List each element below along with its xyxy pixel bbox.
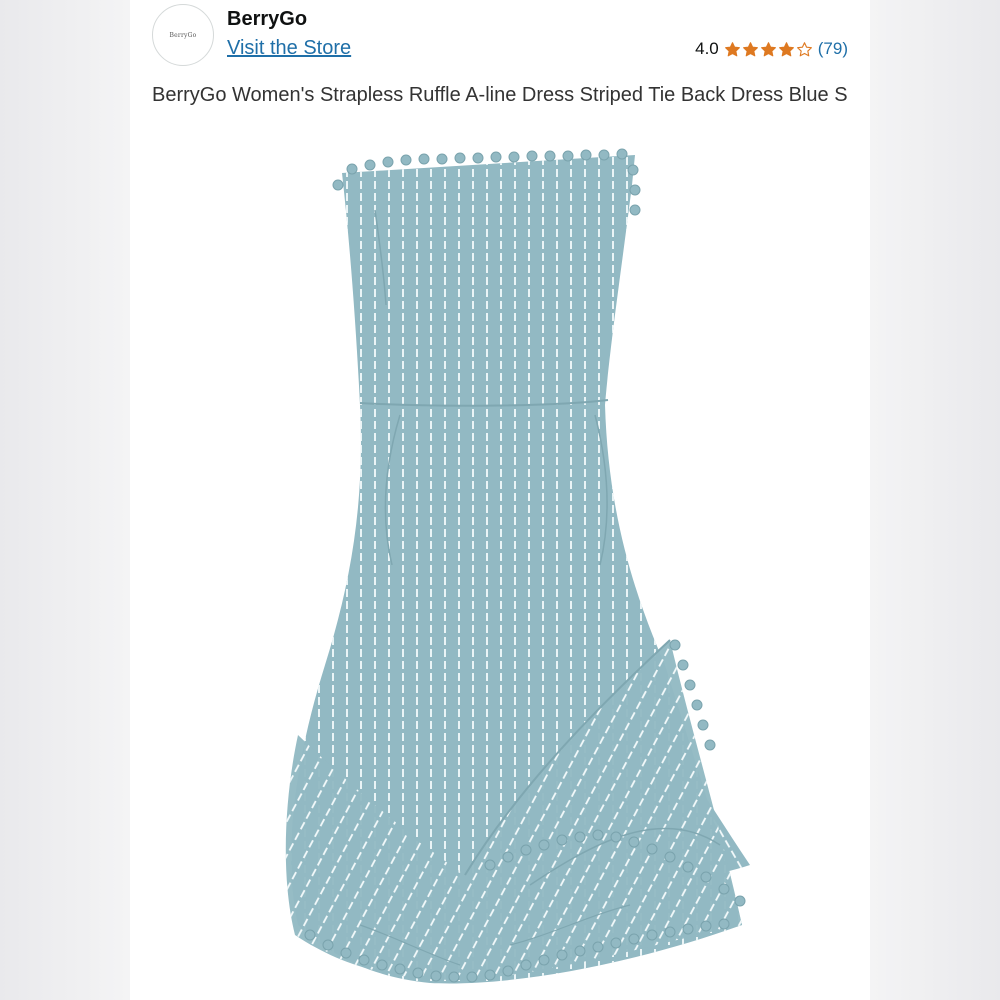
rating-value: 4.0 [695,39,719,58]
store-logo-text: BerryGo [169,31,197,39]
product-card: BerryGo BerryGo Visit the Store 4.0 (79)… [130,0,870,1000]
star-rating[interactable] [724,41,813,58]
star-icon [742,41,758,56]
background-right [870,0,1000,1000]
star-icon [796,41,812,56]
review-count-link[interactable]: (79) [818,39,848,59]
product-title: BerryGo Women's Strapless Ruffle A-line … [152,84,848,106]
brand-name: BerryGo [227,8,308,30]
rating-summary[interactable]: 4.0 (79) [695,39,848,59]
star-icon [724,41,740,56]
product-image[interactable] [130,145,870,1000]
star-icon [760,41,776,56]
product-header: BerryGo BerryGo Visit the Store 4.0 (79)… [130,0,870,145]
background-left [0,0,130,1000]
store-logo[interactable]: BerryGo [152,4,214,66]
star-icon [778,41,794,56]
dress-illustration [285,148,750,984]
visit-store-link[interactable]: Visit the Store [227,37,351,60]
